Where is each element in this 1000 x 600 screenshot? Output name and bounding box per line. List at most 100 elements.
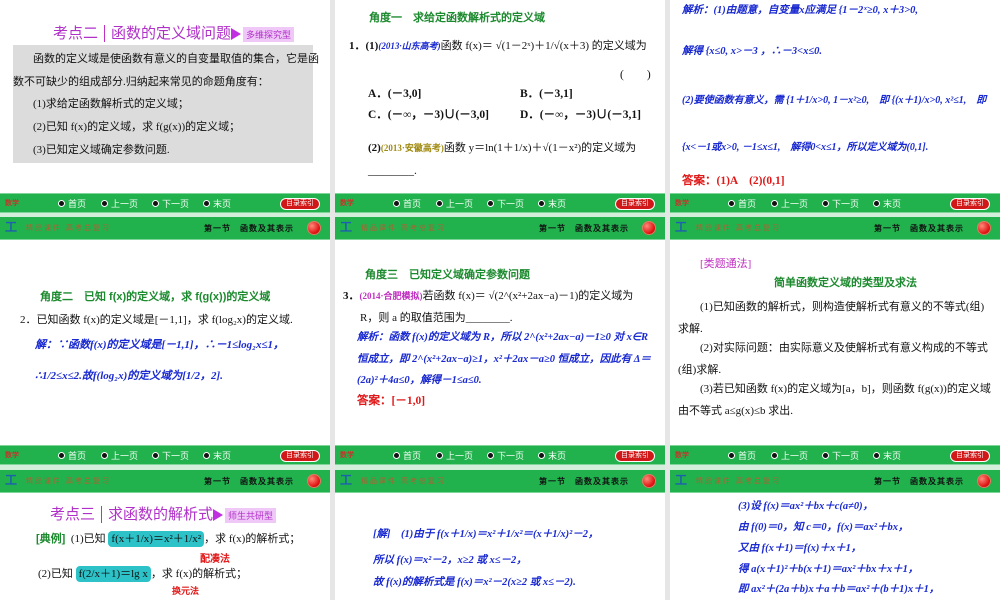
nav-label: 首页: [738, 199, 757, 209]
section-title: 第一节 函数及其表示: [874, 224, 964, 233]
next-page-button[interactable]: 下一页: [152, 197, 189, 210]
option-a[interactable]: A．(－3,0]: [368, 85, 421, 101]
logo-icon: 工: [340, 220, 353, 234]
nav-label: 首页: [403, 451, 422, 461]
nav-label: 下一页: [832, 199, 860, 209]
next-page-button[interactable]: 下一页: [487, 197, 524, 210]
highlighted-formula: f(x＋1/x)＝x²＋1/x²: [108, 531, 205, 547]
next-page-button[interactable]: 下一页: [487, 449, 524, 462]
highlighted-formula: f(2/x＋1)＝lg x: [75, 566, 151, 582]
last-page-button[interactable]: 末页: [873, 197, 901, 210]
solution-line: 解得 {x≤0, x>－3 ，∴－3<x≤0.: [682, 46, 823, 57]
option-b[interactable]: B．(－3,1]: [520, 85, 573, 101]
index-button[interactable]: 目录索引: [280, 198, 320, 210]
nav-label: 首页: [68, 451, 87, 461]
method-callout: 换元法: [172, 586, 200, 596]
option-c[interactable]: C．(－∞，－3)∪(－3,0]: [368, 106, 489, 122]
method-text: 求解.: [678, 323, 703, 335]
slide-nav-bar: 数学 首页 上一页 下一页 末页 目录索引: [670, 193, 1000, 213]
prev-page-button[interactable]: 上一页: [436, 449, 473, 462]
question-1: 1．(1)(2013·山东高考)函数 f(x)＝ √(1－2ˣ)＋1/√(x＋3…: [349, 37, 647, 53]
next-page-button[interactable]: 下一页: [822, 197, 859, 210]
prev-page-button[interactable]: 上一页: [771, 197, 808, 210]
last-page-button[interactable]: 末页: [203, 197, 231, 210]
solution-line: 所以 f(x)＝x²－2，x≥2 或 x≤－2，: [373, 555, 527, 566]
first-page-button[interactable]: 首页: [728, 197, 756, 210]
bullet-icon: [873, 452, 880, 459]
header-tagline: 精品课件 高考总复习: [696, 225, 781, 232]
nav-label: 末页: [548, 451, 567, 461]
question-text: R，则 a 的取值范围为________.: [360, 312, 513, 324]
globe-icon[interactable]: [977, 221, 991, 235]
index-button[interactable]: 目录索引: [615, 198, 655, 210]
solution-line: 解析：(1)由题意，自变量x应满足 {1－2ˣ≥0, x＋3>0,: [682, 5, 918, 16]
bullet-icon: [487, 200, 494, 207]
slide-header-bar: 工 精品课件 高考总复习 第一节 函数及其表示: [670, 217, 1000, 240]
globe-icon[interactable]: [977, 474, 991, 488]
question-source: (2013·安徽高考): [380, 143, 444, 153]
first-page-button[interactable]: 首页: [58, 197, 86, 210]
prev-page-button[interactable]: 上一页: [436, 197, 473, 210]
last-page-button[interactable]: 末页: [538, 449, 566, 462]
question-number: 3．: [343, 290, 360, 302]
example-text: (2)已知: [38, 568, 73, 580]
answer-text: 答案：[－1,0]: [357, 395, 426, 407]
solution-line: 即 ax²＋(2a＋b)x＋a＋b＝ax²＋(b＋1)x＋1，: [738, 584, 940, 595]
solution-line: {x<－1或x>0, －1≤x≤1, 解得0<x≤1，所以定义域为(0,1].: [682, 142, 929, 153]
solution-line: 得 a(x＋1)²＋b(x＋1)＝ax²＋bx＋x＋1，: [738, 564, 919, 575]
first-page-button[interactable]: 首页: [393, 197, 421, 210]
subject-label: 数学: [675, 200, 689, 207]
subject-label: 数学: [5, 200, 19, 207]
angle-item: (3)已知定义域确定参数问题.: [33, 144, 170, 156]
last-page-button[interactable]: 末页: [538, 197, 566, 210]
subject-label: 数学: [5, 452, 19, 459]
globe-icon[interactable]: [642, 474, 656, 488]
last-page-button[interactable]: 末页: [203, 449, 231, 462]
option-d[interactable]: D．(－∞，－3)∪(－3,1]: [520, 106, 641, 122]
globe-icon[interactable]: [307, 474, 321, 488]
globe-icon[interactable]: [307, 221, 321, 235]
solution-line: 由 f(0)＝0，知 c＝0，f(x)＝ax²＋bx，: [738, 522, 909, 533]
method-text: 由不等式 a≤g(x)≤b 求出.: [678, 405, 794, 417]
first-page-button[interactable]: 首页: [58, 449, 86, 462]
solution-line: ∴1/2≤x≤2.故f(log₂x)的定义域为[1/2，2].: [35, 370, 223, 382]
index-button[interactable]: 目录索引: [950, 450, 990, 462]
angle-item: (1)求给定函数解析式的定义域；: [33, 98, 189, 110]
question-text: 函数 f(x)＝ √(1－2ˣ)＋1/√(x＋3) 的定义域为: [440, 40, 647, 52]
prev-page-button[interactable]: 上一页: [101, 449, 138, 462]
bullet-icon: [203, 452, 210, 459]
bullet-icon: [873, 200, 880, 207]
example-1: [典例] (1)已知 f(x＋1/x)＝x²＋1/x² ，求 f(x)的解析式；: [36, 530, 300, 547]
index-button[interactable]: 目录索引: [280, 450, 320, 462]
topic-title: 求函数的解析式: [108, 506, 214, 523]
first-page-button[interactable]: 首页: [393, 449, 421, 462]
logo-icon: 工: [5, 220, 18, 234]
slide-nav-bar: 数学 首页 上一页 下一页 末页 目录索引: [0, 445, 330, 465]
slide-title: 考点三 求函数的解析式 师生共研型: [50, 503, 277, 524]
first-page-button[interactable]: 首页: [728, 449, 756, 462]
index-button[interactable]: 目录索引: [615, 450, 655, 462]
topic-tag: 师生共研型: [225, 508, 277, 523]
slide-header-bar: 工 精品课件 高考总复习 第一节 函数及其表示: [670, 470, 1000, 493]
last-page-button[interactable]: 末页: [873, 449, 901, 462]
solution-line: 又由 f(x＋1)＝f(x)＋x＋1，: [738, 543, 862, 554]
angle-heading: 角度三 已知定义域确定参数问题: [365, 269, 530, 281]
next-page-button[interactable]: 下一页: [822, 449, 859, 462]
globe-icon[interactable]: [642, 221, 656, 235]
slide-domain-topic: 考点二 函数的定义域问题 多维探究型 函数的定义域是使函数有意义的自变量取值的集合，…: [0, 0, 330, 193]
nav-label: 首页: [68, 199, 87, 209]
bullet-icon: [58, 452, 65, 459]
prev-page-button[interactable]: 上一页: [101, 197, 138, 210]
question-2: (2)(2013·安徽高考)函数 y＝ln(1＋1/x)＋√(1－x²)的定义域…: [368, 139, 636, 155]
index-button[interactable]: 目录索引: [950, 198, 990, 210]
intro-text: 数不可缺少的组成部分.归纳起来常见的命题角度有：: [13, 76, 269, 88]
bullet-icon: [728, 452, 735, 459]
prev-page-button[interactable]: 上一页: [771, 449, 808, 462]
next-page-button[interactable]: 下一页: [152, 449, 189, 462]
subject-label: 数学: [675, 452, 689, 459]
nav-label: 首页: [738, 451, 757, 461]
solution-line: (2a)²＋4a≤0，解得－1≤a≤0.: [357, 375, 482, 386]
answer-paren: ( ): [620, 69, 651, 81]
question-source: (2014·合肥模拟): [359, 291, 423, 301]
solution-line: (3)设 f(x)＝ax²＋bx＋c(a≠0)，: [738, 501, 874, 512]
